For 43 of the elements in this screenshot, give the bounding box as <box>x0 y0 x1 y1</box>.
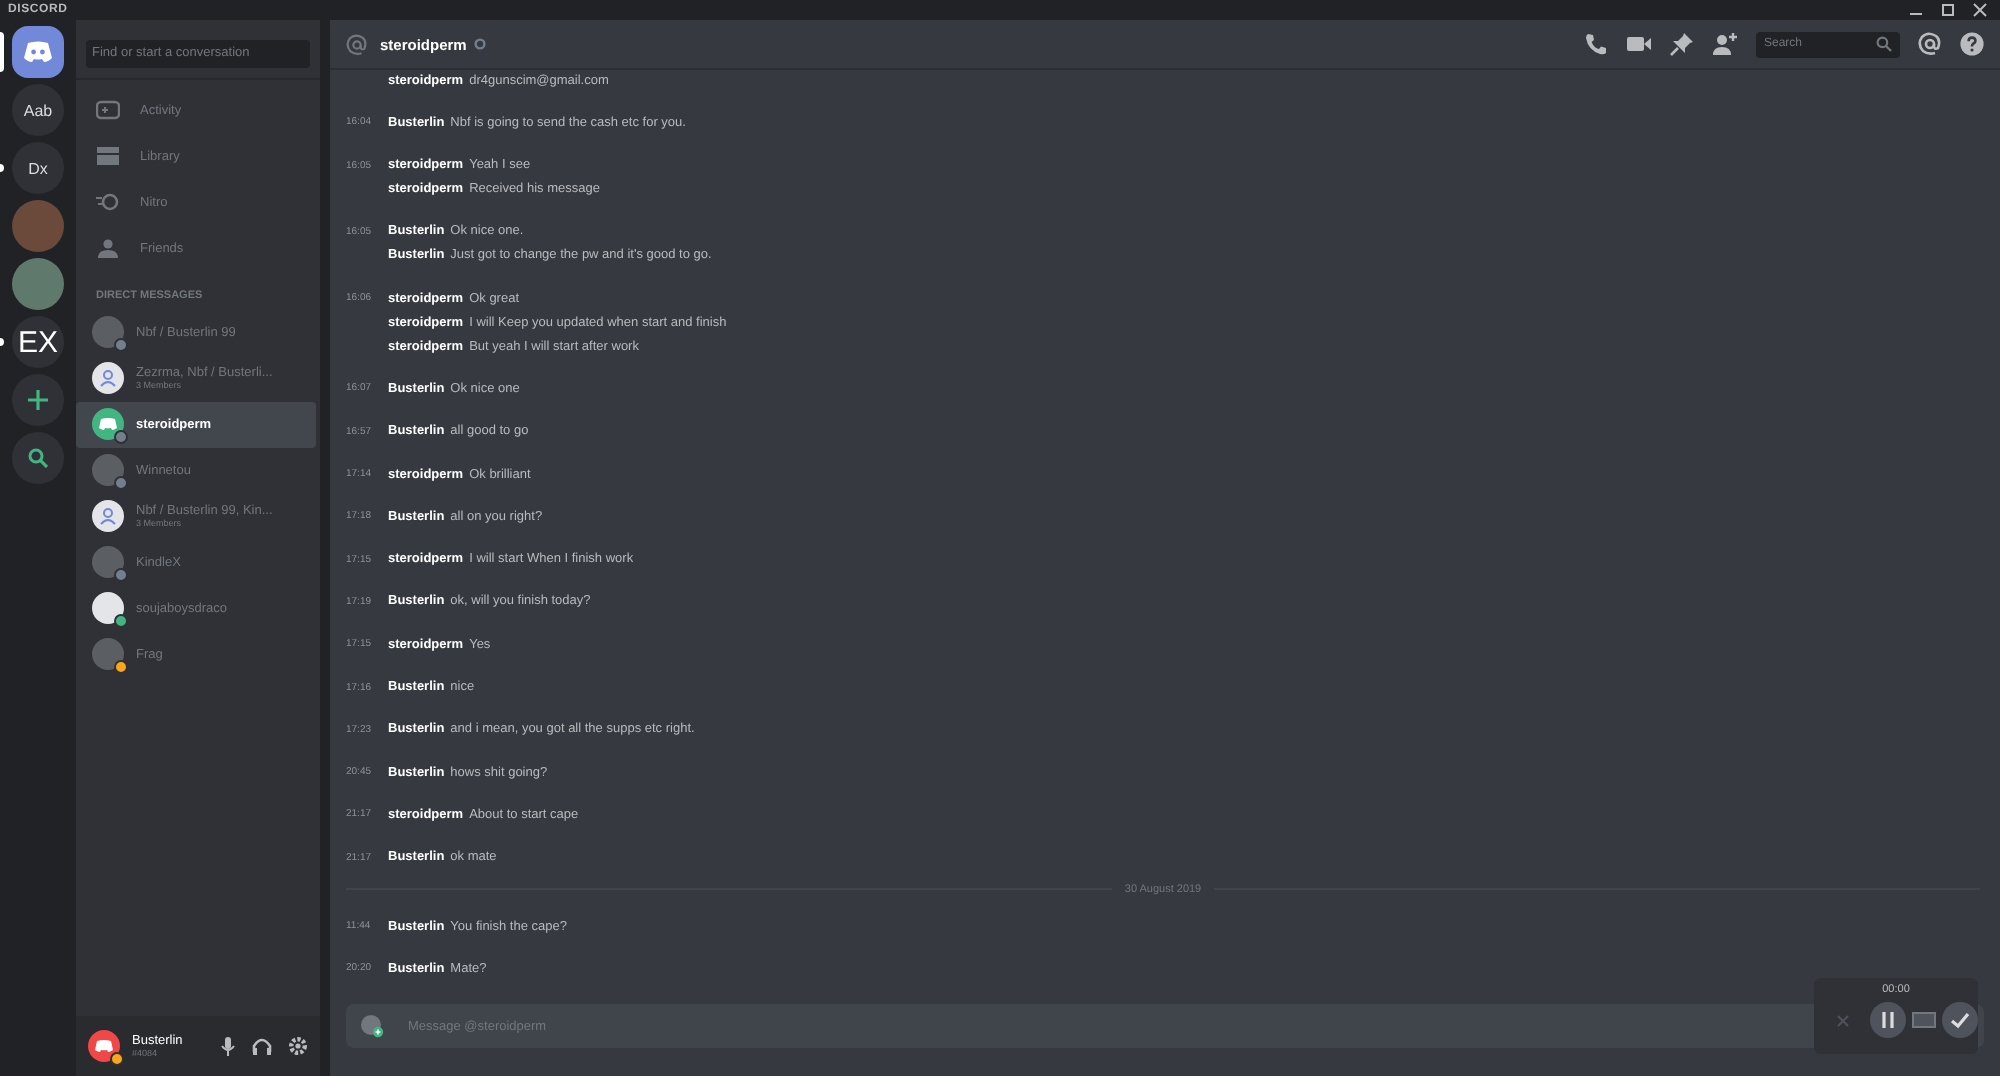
search-icon <box>1876 36 1892 52</box>
unread-indicator <box>0 338 4 346</box>
avatar-placeholder <box>92 638 124 670</box>
discord-logo-icon <box>22 40 54 64</box>
pause-button[interactable] <box>1869 1002 1905 1038</box>
server-icon[interactable]: Aab <box>12 84 64 136</box>
microphone-icon[interactable] <box>220 1036 236 1056</box>
plus-icon <box>28 390 48 410</box>
headphones-icon[interactable] <box>252 1036 272 1056</box>
maximize-icon[interactable] <box>1940 2 1956 18</box>
video-camera-icon[interactable] <box>1626 34 1652 54</box>
mention-icon[interactable] <box>1918 32 1942 56</box>
avatar-placeholder <box>92 316 124 348</box>
close-icon[interactable] <box>1972 2 1988 18</box>
server-icon[interactable]: EX <box>12 316 64 368</box>
settings-icon[interactable] <box>288 1036 308 1056</box>
avatar-placeholder <box>92 546 124 578</box>
help-icon[interactable] <box>1960 32 1984 56</box>
search-icon <box>28 448 48 468</box>
home-button[interactable] <box>12 26 64 78</box>
user-avatar-icon <box>88 1030 120 1062</box>
default-avatar-icon <box>92 408 124 440</box>
library-icon <box>96 146 120 166</box>
pin-icon[interactable] <box>1670 32 1694 56</box>
add-friend-icon[interactable] <box>1712 32 1738 56</box>
upload-icon[interactable] <box>360 1014 384 1038</box>
group-avatar-icon <box>92 362 124 394</box>
nitro-icon <box>96 192 120 212</box>
group-avatar-icon <box>92 500 124 532</box>
search-servers-button[interactable] <box>12 432 64 484</box>
unread-indicator <box>0 164 4 172</box>
at-sign-icon <box>346 33 368 55</box>
avatar-placeholder <box>92 454 124 486</box>
status-icon <box>474 38 487 50</box>
add-server-button[interactable] <box>12 374 64 426</box>
server-photo-placeholder[interactable] <box>12 258 64 310</box>
avatar-placeholder <box>92 592 124 624</box>
selected-indicator <box>0 32 4 72</box>
friends-icon <box>96 238 120 258</box>
confirm-button[interactable] <box>1941 1002 1977 1038</box>
gamepad-icon <box>96 100 120 120</box>
phone-icon[interactable] <box>1584 32 1608 56</box>
server-icon[interactable]: Dx <box>12 142 64 194</box>
